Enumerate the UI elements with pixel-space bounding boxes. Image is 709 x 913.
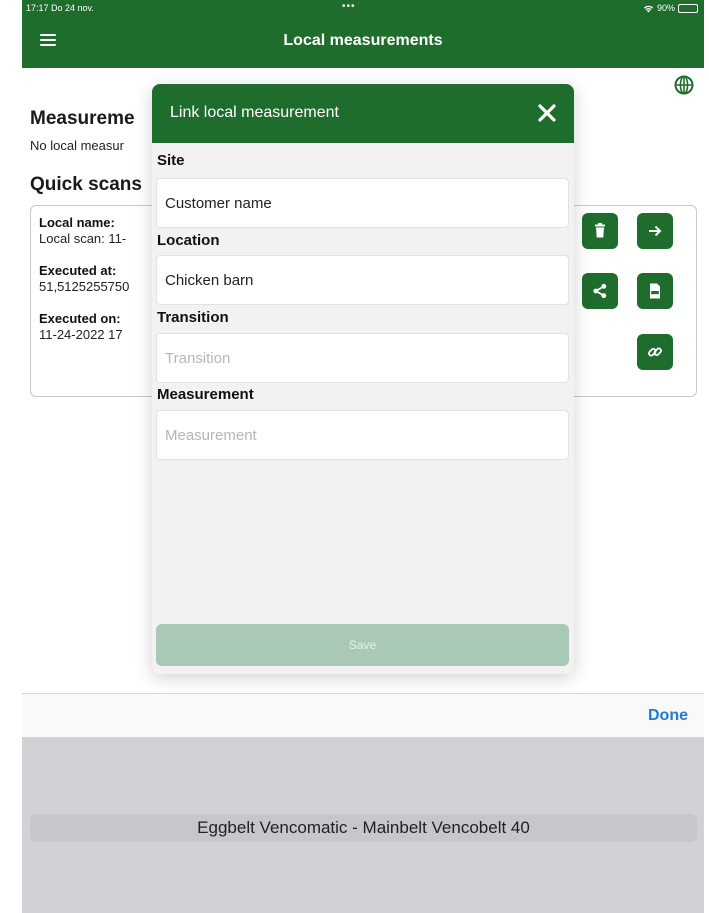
section-heading: Measureme: [30, 108, 135, 129]
executed-at-label: Executed at:: [39, 263, 117, 278]
transition-label: Transition: [157, 309, 229, 326]
site-label: Site: [157, 152, 185, 169]
link-icon: [648, 347, 662, 357]
arrow-right-icon: [649, 225, 662, 237]
page-title: Local measurements: [283, 32, 443, 49]
measurement-label: Measurement: [157, 386, 254, 403]
globe-icon[interactable]: [674, 75, 694, 95]
done-button[interactable]: Done: [648, 707, 688, 725]
executed-on-value: 11-24-2022 17: [39, 327, 123, 342]
location-input[interactable]: [156, 255, 569, 305]
executed-on-field: Executed on: 11-24-2022 17: [39, 311, 123, 343]
export-csv-button[interactable]: [637, 273, 673, 309]
wifi-icon: [643, 5, 654, 13]
site-input[interactable]: [156, 178, 569, 228]
status-time: 17:17 Do 24 nov.: [26, 3, 94, 13]
local-name-value: Local scan: 11-: [39, 231, 127, 246]
dialog-header: Link local measurement: [152, 84, 574, 143]
open-button[interactable]: [637, 213, 673, 249]
executed-on-label: Executed on:: [39, 311, 121, 326]
link-measurement-dialog: Link local measurement Site Location Tra…: [152, 84, 574, 674]
executed-at-field: Executed at: 51,5125255750: [39, 263, 129, 295]
delete-button[interactable]: [582, 213, 618, 249]
executed-at-value: 51,5125255750: [39, 279, 130, 294]
battery-percent: 90%: [656, 3, 675, 13]
multitask-dots[interactable]: •••: [342, 1, 356, 12]
transition-input[interactable]: [156, 333, 569, 383]
app-header: 17:17 Do 24 nov. ••• 90% Local measureme…: [22, 0, 704, 68]
close-icon[interactable]: [536, 102, 558, 124]
local-name-field: Local name: Local scan: 11-: [39, 215, 126, 247]
measurement-input[interactable]: [156, 410, 569, 460]
share-button[interactable]: [582, 273, 618, 309]
picker-selected-row[interactable]: Eggbelt Vencomatic - Mainbelt Vencobelt …: [30, 814, 697, 842]
picker-wheel[interactable]: Eggbelt Vencomatic - Mainbelt Vencobelt …: [22, 737, 704, 913]
local-name-label: Local name:: [39, 215, 115, 230]
quick-scans-heading: Quick scans: [30, 174, 142, 195]
save-button[interactable]: Save: [156, 624, 569, 666]
dialog-title: Link local measurement: [170, 104, 339, 121]
status-indicators: 90%: [643, 3, 698, 13]
trash-icon: [595, 223, 605, 238]
empty-state-text: No local measur: [30, 138, 124, 153]
share-icon: [593, 283, 607, 299]
battery-icon: [678, 3, 698, 13]
picker-toolbar: Done: [22, 693, 704, 737]
csv-file-icon: [650, 283, 660, 299]
status-bar: 17:17 Do 24 nov. ••• 90%: [22, 0, 704, 18]
link-button[interactable]: [637, 334, 673, 370]
location-label: Location: [157, 232, 220, 249]
